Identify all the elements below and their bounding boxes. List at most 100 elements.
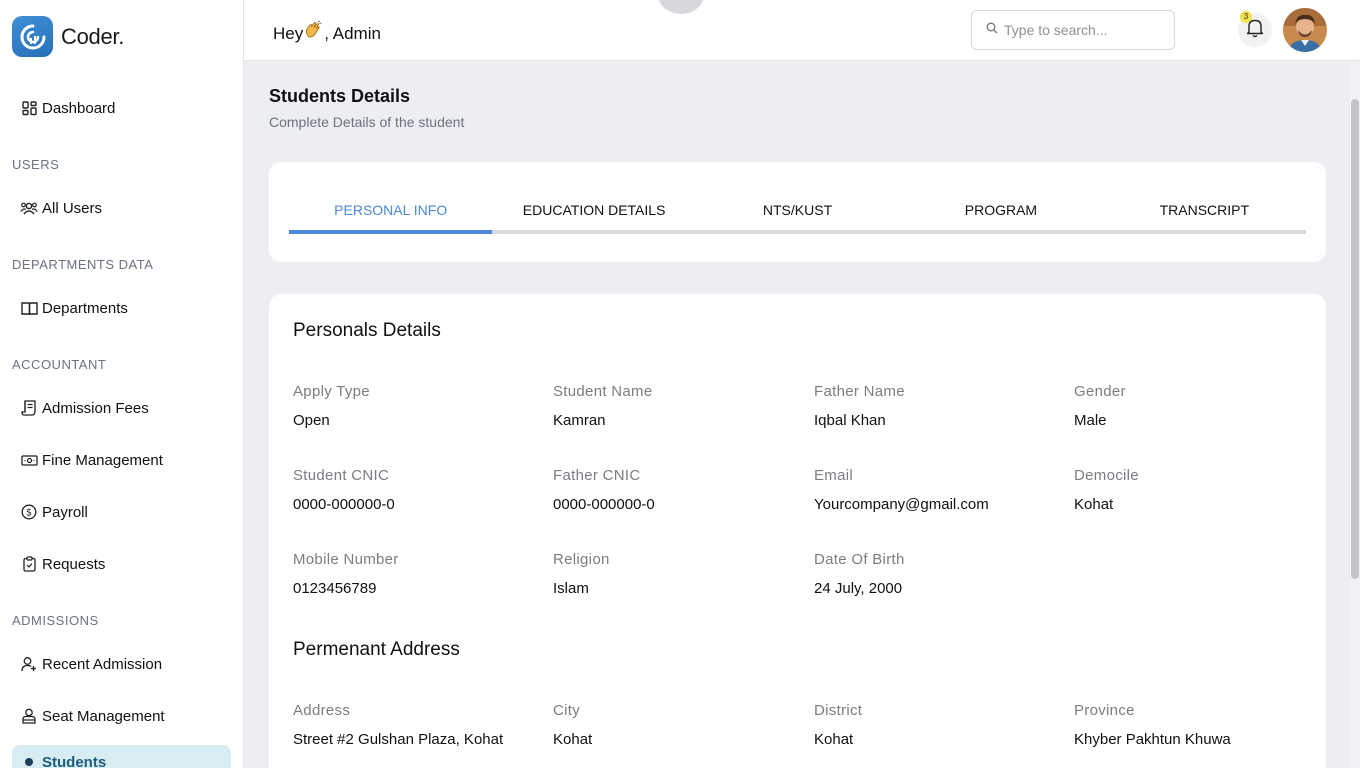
tab-transcript[interactable]: TRANSCRIPT (1103, 192, 1306, 230)
user-plus-icon (20, 655, 38, 673)
sidebar-item-all-users[interactable]: All Users (12, 191, 231, 225)
search-box[interactable] (971, 10, 1175, 50)
dot-icon (20, 753, 38, 768)
dashboard-icon (20, 99, 38, 117)
field-label: Date Of Birth (814, 551, 905, 568)
tab-personal-info[interactable]: PERSONAL INFO (289, 192, 493, 234)
users-icon (20, 199, 38, 217)
tab-education-details[interactable]: EDUCATION DETAILS (492, 192, 695, 230)
sidebar-item-fine-management[interactable]: Fine Management (12, 443, 231, 477)
receipt-icon (20, 399, 38, 417)
clipboard-icon (20, 555, 38, 573)
page-scrollbar[interactable] (1350, 61, 1360, 768)
field-student-name: Student Name Kamran (553, 383, 793, 429)
field-value: Male (1074, 412, 1107, 429)
sidebar-item-label: Departments (42, 299, 128, 317)
field-label: Apply Type (293, 383, 370, 400)
sidebar-item-label: Requests (42, 555, 106, 573)
field-value: Islam (553, 580, 589, 597)
field-gender: Gender Male (1074, 383, 1314, 429)
field-label: Mobile Number (293, 551, 399, 568)
brand-name: Coder. (61, 23, 125, 49)
section-title-admissions: ADMISSIONS (12, 613, 99, 628)
brand-logo-icon (12, 16, 53, 57)
field-label: Religion (553, 551, 610, 568)
field-label: Gender (1074, 383, 1126, 400)
sidebar-item-label: Dashboard (42, 99, 116, 117)
field-label: Father Name (814, 383, 905, 400)
field-province: Province Khyber Pakhtun Khuwa (1074, 702, 1314, 748)
field-label: Email (814, 467, 854, 484)
field-value: Kohat (814, 731, 854, 748)
search-icon (986, 21, 998, 39)
details-card: Personals Details Apply Type Open Studen… (269, 294, 1326, 768)
field-value: Kohat (553, 731, 593, 748)
field-date-of-birth: Date Of Birth 24 July, 2000 (814, 551, 1054, 597)
book-icon (20, 299, 38, 317)
sidebar-item-departments[interactable]: Departments (12, 291, 231, 325)
field-label: Address (293, 702, 351, 719)
field-label: District (814, 702, 863, 719)
field-domicile: Democile Kohat (1074, 467, 1314, 513)
section-heading-personal: Personals Details (293, 320, 441, 341)
brand[interactable]: Coder. (12, 16, 124, 57)
tab-nts-kust[interactable]: NTS/KUST (696, 192, 899, 230)
banknote-icon (20, 451, 38, 469)
field-father-cnic: Father CNIC 0000-000000-0 (553, 467, 793, 513)
sidebar-item-label: Recent Admission (42, 655, 163, 673)
field-label: City (553, 702, 581, 719)
field-label: Father CNIC (553, 467, 641, 484)
field-student-cnic: Student CNIC 0000-000000-0 (293, 467, 533, 513)
notification-badge: 3 (1240, 11, 1252, 23)
field-value: 0000-000000-0 (553, 496, 655, 513)
greeting-prefix: Hey (273, 24, 304, 43)
sidebar-item-recent-admission[interactable]: Recent Admission (12, 647, 231, 681)
field-value: Iqbal Khan (814, 412, 886, 429)
field-value: 0000-000000-0 (293, 496, 395, 513)
field-value: Open (293, 412, 330, 429)
scrollbar-thumb[interactable] (1351, 99, 1359, 579)
field-city: City Kohat (553, 702, 793, 748)
field-value: Khyber Pakhtun Khuwa (1074, 731, 1231, 748)
field-address: Address Street #2 Gulshan Plaza, Kohat (293, 702, 533, 748)
field-religion: Religion Islam (553, 551, 793, 597)
field-label: Province (1074, 702, 1135, 719)
field-mobile-number: Mobile Number 0123456789 (293, 551, 533, 597)
field-value: 24 July, 2000 (814, 580, 903, 597)
field-father-name: Father Name Iqbal Khan (814, 383, 1054, 429)
field-label: Student Name (553, 383, 653, 400)
search-input[interactable] (1004, 22, 1164, 38)
field-label: Democile (1074, 467, 1139, 484)
tab-program[interactable]: PROGRAM (899, 192, 1102, 230)
tab-bar: PERSONAL INFO EDUCATION DETAILS NTS/KUST… (289, 192, 1306, 234)
sidebar-item-requests[interactable]: Requests (12, 547, 231, 581)
tabs-card: PERSONAL INFO EDUCATION DETAILS NTS/KUST… (269, 162, 1326, 262)
field-value: Kohat (1074, 496, 1114, 513)
sidebar-item-payroll[interactable]: $ Payroll (12, 495, 231, 529)
field-apply-type: Apply Type Open (293, 383, 533, 429)
sidebar: Coder. Dashboard USERS All Users DEPARTM… (0, 0, 244, 768)
field-email: Email Yourcompany@gmail.com (814, 467, 1054, 513)
avatar[interactable] (1283, 8, 1327, 52)
sidebar-item-dashboard[interactable]: Dashboard (12, 91, 231, 125)
sidebar-item-label: Admission Fees (42, 399, 149, 417)
svg-text:$: $ (26, 508, 32, 519)
section-title-departments: DEPARTMENTS DATA (12, 257, 154, 272)
section-title-accountant: ACCOUNTANT (12, 357, 107, 372)
field-district: District Kohat (814, 702, 1054, 748)
field-value: Kamran (553, 412, 606, 429)
field-value: Street #2 Gulshan Plaza, Kohat (293, 731, 504, 748)
sidebar-item-students[interactable]: Students (12, 745, 231, 768)
sidebar-item-admission-fees[interactable]: Admission Fees (12, 391, 231, 425)
sidebar-item-seat-management[interactable]: Seat Management (12, 699, 231, 733)
drag-handle[interactable] (658, 0, 704, 14)
top-header: Hey , Admin 3 (244, 0, 1360, 61)
sidebar-item-label: Students (42, 753, 107, 768)
section-title-users: USERS (12, 157, 60, 172)
greeting-name: , Admin (324, 24, 381, 43)
page-subtitle: Complete Details of the student (269, 114, 465, 130)
notification-button[interactable]: 3 (1238, 11, 1272, 47)
section-heading-address: Permenant Address (293, 639, 460, 660)
field-value: 0123456789 (293, 580, 377, 597)
waving-hand-icon (304, 20, 323, 44)
